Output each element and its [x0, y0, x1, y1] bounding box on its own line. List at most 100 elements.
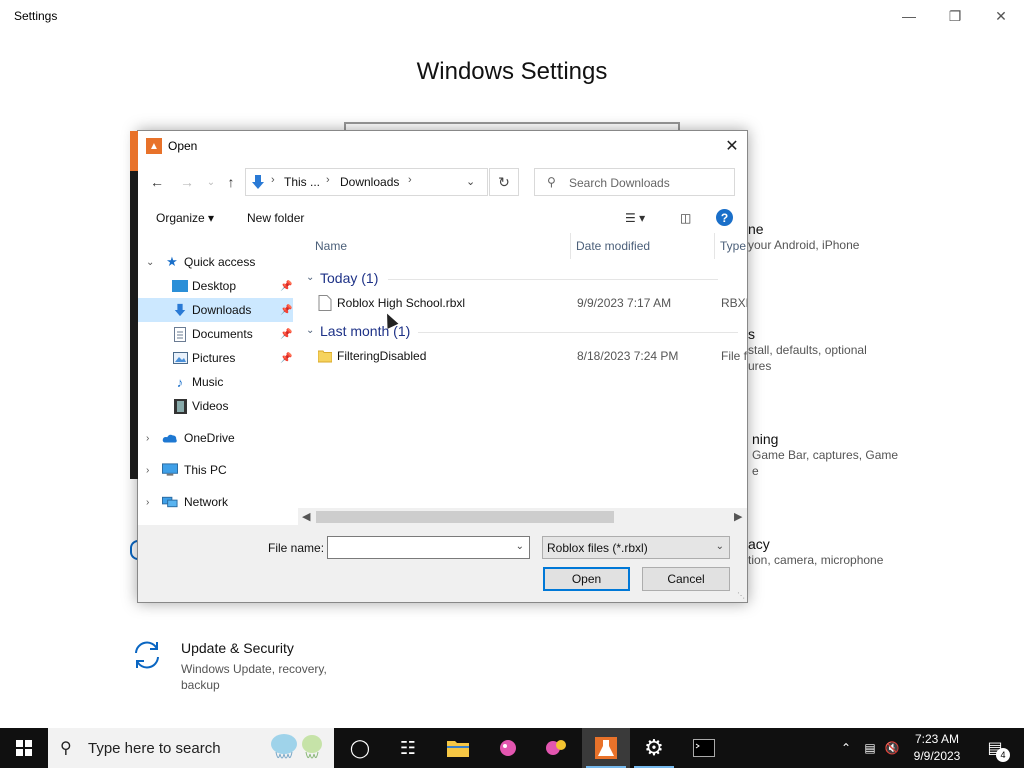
app-fish-taskbar-button[interactable] [484, 728, 532, 768]
chevron-down-icon: ⌄ [306, 272, 315, 283]
show-hidden-icons-button[interactable]: ⌃ [836, 728, 856, 768]
cloud-icon [162, 430, 178, 446]
column-divider[interactable] [570, 233, 571, 259]
nav-label: Videos [192, 399, 229, 413]
group-divider [388, 279, 718, 280]
column-divider[interactable] [714, 233, 715, 259]
nav-pictures[interactable]: Pictures 📌 [138, 346, 293, 370]
volume-tray-button[interactable]: 🔇 [882, 728, 902, 768]
nav-videos[interactable]: Videos [138, 394, 293, 418]
nav-quick-access[interactable]: ⌄ ★ Quick access [138, 250, 293, 274]
pin-icon: 📌 [280, 280, 293, 292]
videos-icon [172, 398, 188, 414]
nav-onedrive[interactable]: › OneDrive [138, 426, 293, 450]
settings-category-privacy[interactable]: acy tion, camera, microphone [748, 536, 883, 568]
settings-category-phone[interactable]: ne your Android, iPhone [748, 221, 859, 253]
address-bar[interactable]: › This ... › Downloads › ⌄ [245, 168, 488, 196]
task-view-button[interactable]: ☷ [384, 728, 432, 768]
nav-music[interactable]: ♪ Music [138, 370, 293, 394]
category-desc: e [752, 464, 759, 478]
file-row[interactable]: Roblox High School.rbxl 9/9/2023 7:17 AM… [298, 292, 747, 314]
nav-downloads[interactable]: Downloads 📌 [138, 298, 293, 322]
file-explorer-taskbar-button[interactable] [434, 728, 482, 768]
category-desc: ures [748, 359, 772, 373]
up-button[interactable]: ↑ [220, 171, 242, 193]
refresh-button[interactable]: ↻ [489, 168, 519, 196]
chevron-down-icon[interactable]: ⌄ [466, 175, 475, 188]
scroll-left-icon[interactable]: ◀ [302, 510, 310, 523]
file-type-filter[interactable]: Roblox files (*.rbxl) ⌄ [542, 536, 730, 559]
cortana-button[interactable]: ◯ [336, 728, 384, 768]
column-name-header[interactable]: Name [315, 239, 347, 253]
nav-documents[interactable]: Documents 📌 [138, 322, 293, 346]
search-downloads-box[interactable]: ⚲ [534, 168, 735, 196]
dialog-titlebar: ▲ Open ✕ [138, 131, 747, 161]
settings-titlebar: Settings — ❐ ✕ [0, 0, 1024, 32]
nav-network[interactable]: › Network [138, 490, 293, 514]
downloads-icon [172, 302, 188, 318]
scrollbar-thumb[interactable] [316, 511, 614, 523]
command-bar: Organize ▾ New folder ☰ ▾ ◫ ? [138, 203, 747, 233]
folder-icon [318, 350, 332, 363]
desktop-folder-icon [172, 278, 188, 294]
app-gears-taskbar-button[interactable] [532, 728, 580, 768]
settings-taskbar-button[interactable]: ⚙ [630, 728, 678, 768]
network-icon [162, 494, 178, 510]
search-input[interactable] [569, 174, 729, 191]
horizontal-scrollbar[interactable]: ◀ ▶ [298, 508, 747, 525]
restore-button[interactable]: ❐ [932, 0, 978, 32]
chevron-right-icon: › [146, 496, 150, 508]
app-flask-taskbar-button[interactable] [582, 728, 630, 768]
nav-label: OneDrive [184, 431, 235, 445]
action-center-button[interactable]: ▤ 4 [980, 728, 1010, 768]
nav-this-pc[interactable]: › This PC [138, 458, 293, 482]
chevron-right-icon: › [146, 432, 150, 444]
terminal-taskbar-button[interactable] [680, 728, 728, 768]
file-name: FilteringDisabled [337, 349, 427, 363]
minimize-button[interactable]: — [886, 0, 932, 32]
column-date-header[interactable]: Date modified [576, 239, 650, 253]
new-folder-button[interactable]: New folder [247, 211, 304, 225]
nav-desktop[interactable]: Desktop 📌 [138, 274, 293, 298]
category-title: acy [748, 536, 770, 552]
cancel-button[interactable]: Cancel [642, 567, 730, 591]
network-icon: ▤ [864, 741, 876, 755]
column-type-header[interactable]: Type [720, 239, 746, 253]
open-file-dialog: ▲ Open ✕ ← → ⌄ ↑ › This ... › Downloads … [130, 130, 748, 603]
dialog-footer: File name: ⌄ Roblox files (*.rbxl) ⌄ Ope… [138, 525, 747, 602]
pin-icon: 📌 [280, 304, 293, 316]
settings-category-gaming[interactable]: ning Game Bar, captures, Game e [752, 431, 898, 479]
help-button[interactable]: ? [716, 209, 733, 226]
taskbar-search-box[interactable]: ⚲ Type here to search [48, 728, 334, 768]
back-button[interactable]: ← [146, 171, 168, 193]
nav-label: Quick access [184, 255, 256, 269]
network-tray-button[interactable]: ▤ [860, 728, 880, 768]
refresh-icon: ↻ [498, 173, 510, 190]
open-button[interactable]: Open [543, 567, 630, 591]
settings-window-title: Settings [14, 9, 58, 23]
taskbar-clock[interactable]: 7:23 AM 9/9/2023 [902, 731, 972, 765]
dialog-close-button[interactable]: ✕ [717, 131, 747, 161]
chevron-right-icon: › [326, 174, 330, 186]
change-view-button[interactable]: ☰ ▾ [625, 211, 645, 225]
chevron-down-icon[interactable]: ⌄ [516, 541, 524, 552]
pin-icon: 📌 [280, 328, 293, 340]
group-last-month[interactable]: ⌄ Last month (1) [298, 322, 747, 342]
file-name-field[interactable]: ⌄ [327, 536, 530, 559]
settings-category-apps[interactable]: s stall, defaults, optional ures [748, 326, 867, 374]
recent-locations-button[interactable]: ⌄ [200, 171, 222, 193]
organize-menu[interactable]: Organize ▾ [156, 211, 214, 225]
group-today[interactable]: ⌄ Today (1) [298, 269, 747, 289]
close-button[interactable]: ✕ [978, 0, 1024, 32]
settings-heading: Windows Settings [416, 58, 608, 85]
scroll-right-icon[interactable]: ▶ [734, 510, 742, 523]
app-flask-icon: ▲ [146, 138, 162, 154]
file-row[interactable]: FilteringDisabled 8/18/2023 7:24 PM File… [298, 345, 747, 367]
breadcrumb-downloads[interactable]: Downloads [340, 175, 399, 189]
resize-grip-icon[interactable]: ⋱ [737, 591, 745, 600]
preview-pane-button[interactable]: ◫ [680, 211, 691, 225]
forward-button[interactable]: → [176, 171, 198, 193]
chevron-right-icon: › [271, 174, 275, 186]
start-button[interactable] [0, 728, 48, 768]
breadcrumb-this-pc[interactable]: This ... [284, 175, 320, 189]
